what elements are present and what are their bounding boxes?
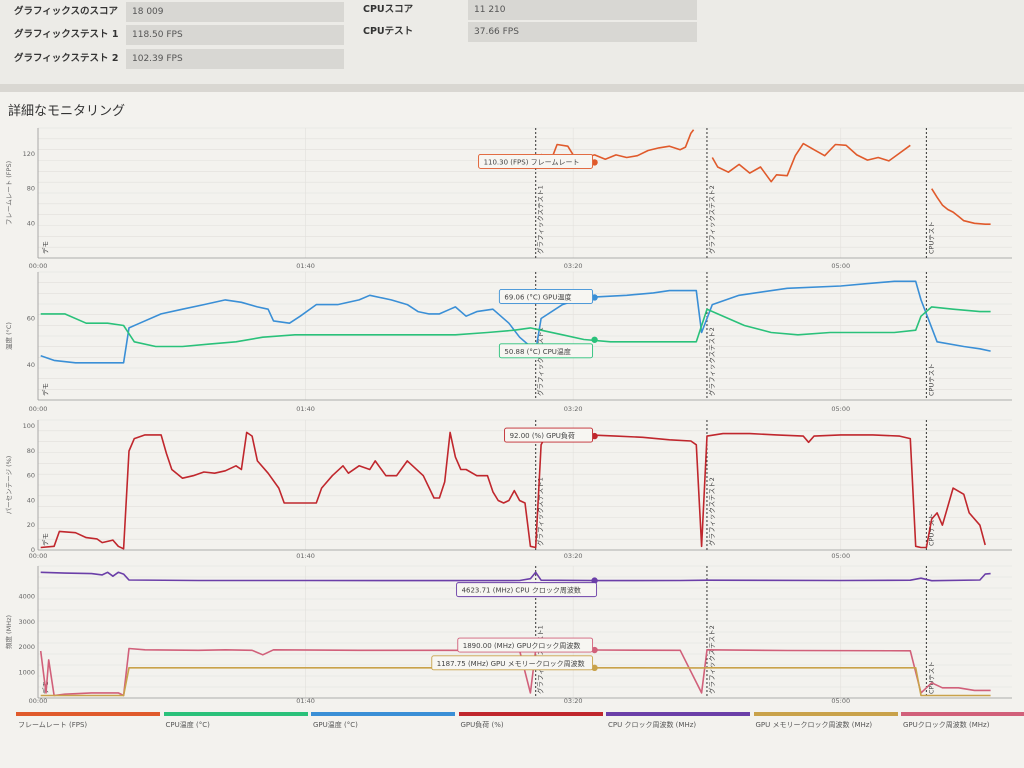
y-tick-label: 3000 xyxy=(18,618,35,626)
y-tick-label: 100 xyxy=(23,422,35,430)
y-tick-label: 40 xyxy=(27,496,35,504)
test-marker-label: グラフィックステスト2 xyxy=(707,327,716,396)
legend-swatch xyxy=(16,712,160,716)
x-tick-label: 00:00 xyxy=(29,552,48,560)
tooltip-text: 110.30 (FPS) フレームレート xyxy=(484,158,580,166)
series-line-3-0 xyxy=(40,571,991,582)
x-tick-label: 03:20 xyxy=(564,262,583,270)
series-line-0-0 xyxy=(711,142,911,183)
chart-panel-0: 40 80 120 00:00 01:40 03:20 05:00 フレームレート (FPS)… xyxy=(5,127,1012,270)
test-marker-label: グラフィックステスト1 xyxy=(536,327,545,396)
y-tick-label: 80 xyxy=(27,447,35,455)
legend-item[interactable]: GPU負荷 (%) xyxy=(458,712,603,730)
chart-panel-1: 40 60 00:00 01:40 03:20 05:00 温度 (°C) デモ グラフィックス… xyxy=(4,271,1012,413)
y-tick-label: 120 xyxy=(23,150,35,158)
y-axis-label: パーセンテージ (%) xyxy=(5,456,13,515)
legend-label: GPU温度 (°C) xyxy=(313,721,358,729)
y-axis-label: 頻度 (MHz) xyxy=(4,615,13,649)
tooltip-text: 1890.00 (MHz) GPUクロック周波数 xyxy=(463,641,581,650)
legend-swatch xyxy=(606,712,750,716)
legend-label: CPU クロック周波数 (MHz) xyxy=(608,721,697,729)
y-axis-label: 温度 (°C) xyxy=(4,322,13,350)
x-tick-label: 01:40 xyxy=(296,552,315,560)
tooltip-text: 92.00 (%) GPU負荷 xyxy=(510,431,575,440)
legend-label: GPU メモリークロック周波数 (MHz) xyxy=(755,721,873,729)
series-line-1-1 xyxy=(40,306,991,348)
test-marker-label: デモ xyxy=(41,241,50,254)
y-tick-label: 60 xyxy=(27,315,35,323)
legend-swatch xyxy=(163,712,308,716)
tooltip-dot xyxy=(591,336,598,343)
legend-swatch xyxy=(458,712,603,716)
legend-item[interactable]: GPU メモリークロック周波数 (MHz) xyxy=(753,712,898,730)
legend-label: CPU温度 (°C) xyxy=(165,721,210,729)
chart-panel-3: 1000 2000 3000 4000 00:00 01:40 03:20 05:00 頻度 (… xyxy=(4,565,1012,705)
y-axis-label: フレームレート (FPS) xyxy=(5,161,13,225)
legend-label: フレームレート (FPS) xyxy=(18,721,88,729)
tooltip-text: 4623.71 (MHz) CPU クロック周波数 xyxy=(462,586,581,595)
monitoring-charts[interactable]: 40 80 120 00:00 01:40 03:20 05:00 フレームレート (FPS)… xyxy=(0,0,1024,712)
x-tick-label: 00:00 xyxy=(29,697,48,705)
y-tick-label: 60 xyxy=(27,472,35,480)
y-tick-label: 80 xyxy=(27,185,35,193)
x-tick-label: 03:20 xyxy=(564,552,583,560)
legend-item[interactable]: GPU温度 (°C) xyxy=(311,712,455,730)
test-marker-label: CPUテスト xyxy=(927,363,935,396)
y-tick-label: 4000 xyxy=(18,592,35,600)
x-tick-label: 05:00 xyxy=(831,405,850,413)
y-tick-label: 1000 xyxy=(18,669,35,677)
legend-swatch xyxy=(901,712,1024,716)
x-tick-label: 01:40 xyxy=(296,405,315,413)
test-marker-label: グラフィックステスト2 xyxy=(707,625,716,694)
test-marker-label: グラフィックステスト1 xyxy=(536,185,545,254)
legend-label: GPUクロック周波数 (MHz) xyxy=(903,721,990,729)
y-tick-label: 40 xyxy=(27,219,35,227)
legend-item[interactable]: GPUクロック周波数 (MHz) xyxy=(901,712,1024,730)
tooltip-text: 50.88 (°C) CPU温度 xyxy=(504,347,571,356)
series-line-3-2 xyxy=(40,667,991,697)
x-tick-label: 01:40 xyxy=(296,262,315,270)
series-line-0-0 xyxy=(931,188,991,225)
x-tick-label: 00:00 xyxy=(29,405,48,413)
test-marker-label: CPUテスト xyxy=(927,661,935,694)
test-marker-label: デモ xyxy=(41,533,50,546)
chart-legend: フレームレート (FPS) CPU温度 (°C) GPU温度 (°C) GPU負荷 (… xyxy=(0,712,1024,768)
legend-swatch xyxy=(753,712,898,716)
tooltip-text: 1187.75 (MHz) GPU メモリークロック周波数 xyxy=(437,659,585,668)
legend-item[interactable]: フレームレート (FPS) xyxy=(16,712,160,730)
legend-swatch xyxy=(311,712,455,716)
x-tick-label: 00:00 xyxy=(29,262,48,270)
x-tick-label: 03:20 xyxy=(564,405,583,413)
y-tick-label: 20 xyxy=(27,521,35,529)
y-tick-label: 40 xyxy=(27,361,35,369)
test-marker-label: CPUテスト xyxy=(927,221,935,254)
series-line-2-0 xyxy=(40,431,986,550)
legend-item[interactable]: CPU クロック周波数 (MHz) xyxy=(606,712,750,730)
test-marker-label: グラフィックステスト2 xyxy=(707,477,716,546)
y-tick-label: 2000 xyxy=(18,643,35,651)
chart-panel-2: 02040608010000:00 01:40 03:20 05:00パーセンテージ … xyxy=(5,419,1012,560)
x-tick-label: 05:00 xyxy=(831,697,850,705)
test-marker-label: デモ xyxy=(41,383,50,396)
legend-item[interactable]: CPU温度 (°C) xyxy=(163,712,308,730)
x-tick-label: 05:00 xyxy=(831,262,850,270)
test-marker-label: グラフィックステスト2 xyxy=(707,185,716,254)
x-tick-label: 03:20 xyxy=(564,697,583,705)
legend-label: GPU負荷 (%) xyxy=(460,721,504,729)
x-tick-label: 05:00 xyxy=(831,552,850,560)
tooltip-text: 69.06 (°C) GPU温度 xyxy=(504,292,571,301)
x-tick-label: 01:40 xyxy=(296,697,315,705)
